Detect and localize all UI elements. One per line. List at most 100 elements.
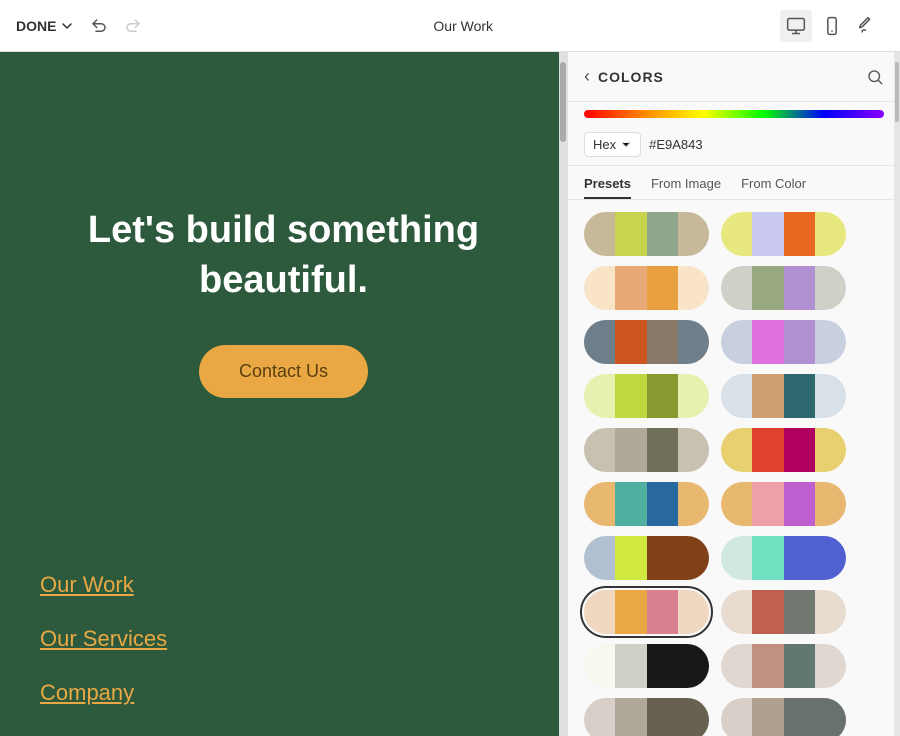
palette-strip-left-4[interactable] (584, 428, 709, 472)
palette-color (647, 482, 678, 526)
palette-strip-left-5[interactable] (584, 482, 709, 526)
palette-color (615, 590, 646, 634)
nav-link-our-work[interactable]: Our Work (40, 572, 527, 598)
swatch-row (584, 536, 884, 580)
palette-color (584, 698, 615, 736)
palette-strip-right-9[interactable] (721, 698, 846, 736)
palette-color (647, 320, 678, 364)
palette-strip-right-2[interactable] (721, 320, 846, 364)
palette-strip-right-8[interactable] (721, 644, 846, 688)
desktop-view-button[interactable] (780, 10, 812, 42)
canvas-area: Let's build something beautiful. Contact… (0, 52, 567, 736)
contact-us-button[interactable]: Contact Us (199, 345, 368, 398)
undo-icon (90, 17, 108, 35)
swatch-row (584, 644, 884, 688)
palette-color (721, 374, 752, 418)
nav-buttons (86, 13, 146, 39)
palette-color (721, 644, 752, 688)
canvas-scrollbar[interactable] (559, 52, 567, 736)
palette-color (678, 212, 709, 256)
palette-color (815, 428, 846, 472)
palette-strip-right-7[interactable] (721, 590, 846, 634)
palette-strip-left-0[interactable] (584, 212, 709, 256)
palette-color (721, 482, 752, 526)
palette-color (815, 644, 846, 688)
palette-color (752, 428, 783, 472)
palette-color (815, 212, 846, 256)
palette-color (678, 644, 709, 688)
palette-color (584, 428, 615, 472)
palette-color (615, 644, 646, 688)
nav-link-our-services[interactable]: Our Services (40, 626, 527, 652)
gradient-bar[interactable] (584, 110, 884, 118)
edit-mode-button[interactable] (852, 10, 884, 42)
palette-strip-right-4[interactable] (721, 428, 846, 472)
palette-color (721, 536, 752, 580)
palette-color (678, 320, 709, 364)
palette-strip-left-2[interactable] (584, 320, 709, 364)
colors-panel: ‹ COLORS Hex #E9A843 (567, 52, 900, 736)
palette-color (647, 428, 678, 472)
search-icon (866, 68, 884, 86)
undo-button[interactable] (86, 13, 112, 39)
back-button[interactable]: ‹ (584, 66, 590, 87)
palette-color (784, 536, 815, 580)
page-name: Our Work (158, 18, 768, 34)
right-panel-scrollbar-thumb (895, 62, 899, 122)
palette-color (784, 266, 815, 310)
tab-from-color[interactable]: From Color (741, 176, 806, 199)
palette-strip-left-7[interactable] (584, 590, 709, 634)
palette-color (752, 698, 783, 736)
palette-strip-right-1[interactable] (721, 266, 846, 310)
palette-strip-right-6[interactable] (721, 536, 846, 580)
palette-color (584, 266, 615, 310)
palette-color (647, 536, 678, 580)
palette-color (752, 536, 783, 580)
palette-color (615, 374, 646, 418)
done-button[interactable]: DONE (16, 18, 74, 34)
mobile-view-button[interactable] (816, 10, 848, 42)
palette-color (784, 374, 815, 418)
tab-from-image[interactable]: From Image (651, 176, 721, 199)
palette-color (584, 374, 615, 418)
palette-color (678, 590, 709, 634)
mobile-icon (822, 16, 842, 36)
view-buttons (780, 10, 884, 42)
redo-button[interactable] (120, 13, 146, 39)
palette-color (678, 482, 709, 526)
palette-color (752, 644, 783, 688)
palette-color (721, 590, 752, 634)
palette-color (647, 644, 678, 688)
done-label: DONE (16, 18, 56, 34)
palette-strip-left-8[interactable] (584, 644, 709, 688)
palette-strip-right-0[interactable] (721, 212, 846, 256)
hex-row: Hex #E9A843 (568, 124, 900, 166)
color-format-select[interactable]: Hex (584, 132, 641, 157)
redo-icon (124, 17, 142, 35)
nav-link-company[interactable]: Company (40, 680, 527, 706)
palette-color (721, 428, 752, 472)
palette-strip-left-6[interactable] (584, 536, 709, 580)
palette-color (721, 212, 752, 256)
hex-label: Hex (593, 137, 616, 152)
palette-color (752, 374, 783, 418)
palette-color (784, 428, 815, 472)
palette-strip-left-9[interactable] (584, 698, 709, 736)
palette-strip-right-3[interactable] (721, 374, 846, 418)
palette-strip-right-5[interactable] (721, 482, 846, 526)
search-button[interactable] (866, 68, 884, 86)
palette-color (815, 266, 846, 310)
tab-presets[interactable]: Presets (584, 176, 631, 199)
palette-color (784, 212, 815, 256)
hex-value-display[interactable]: #E9A843 (649, 137, 703, 152)
hero-title: Let's build something beautiful. (64, 206, 504, 305)
palette-color (584, 212, 615, 256)
palette-color (647, 698, 678, 736)
swatch-row (584, 428, 884, 472)
palette-strip-left-3[interactable] (584, 374, 709, 418)
right-panel-scrollbar[interactable] (894, 52, 900, 736)
palette-color (784, 590, 815, 634)
color-tabs: Presets From Image From Color (568, 166, 900, 200)
palette-color (752, 590, 783, 634)
palette-strip-left-1[interactable] (584, 266, 709, 310)
